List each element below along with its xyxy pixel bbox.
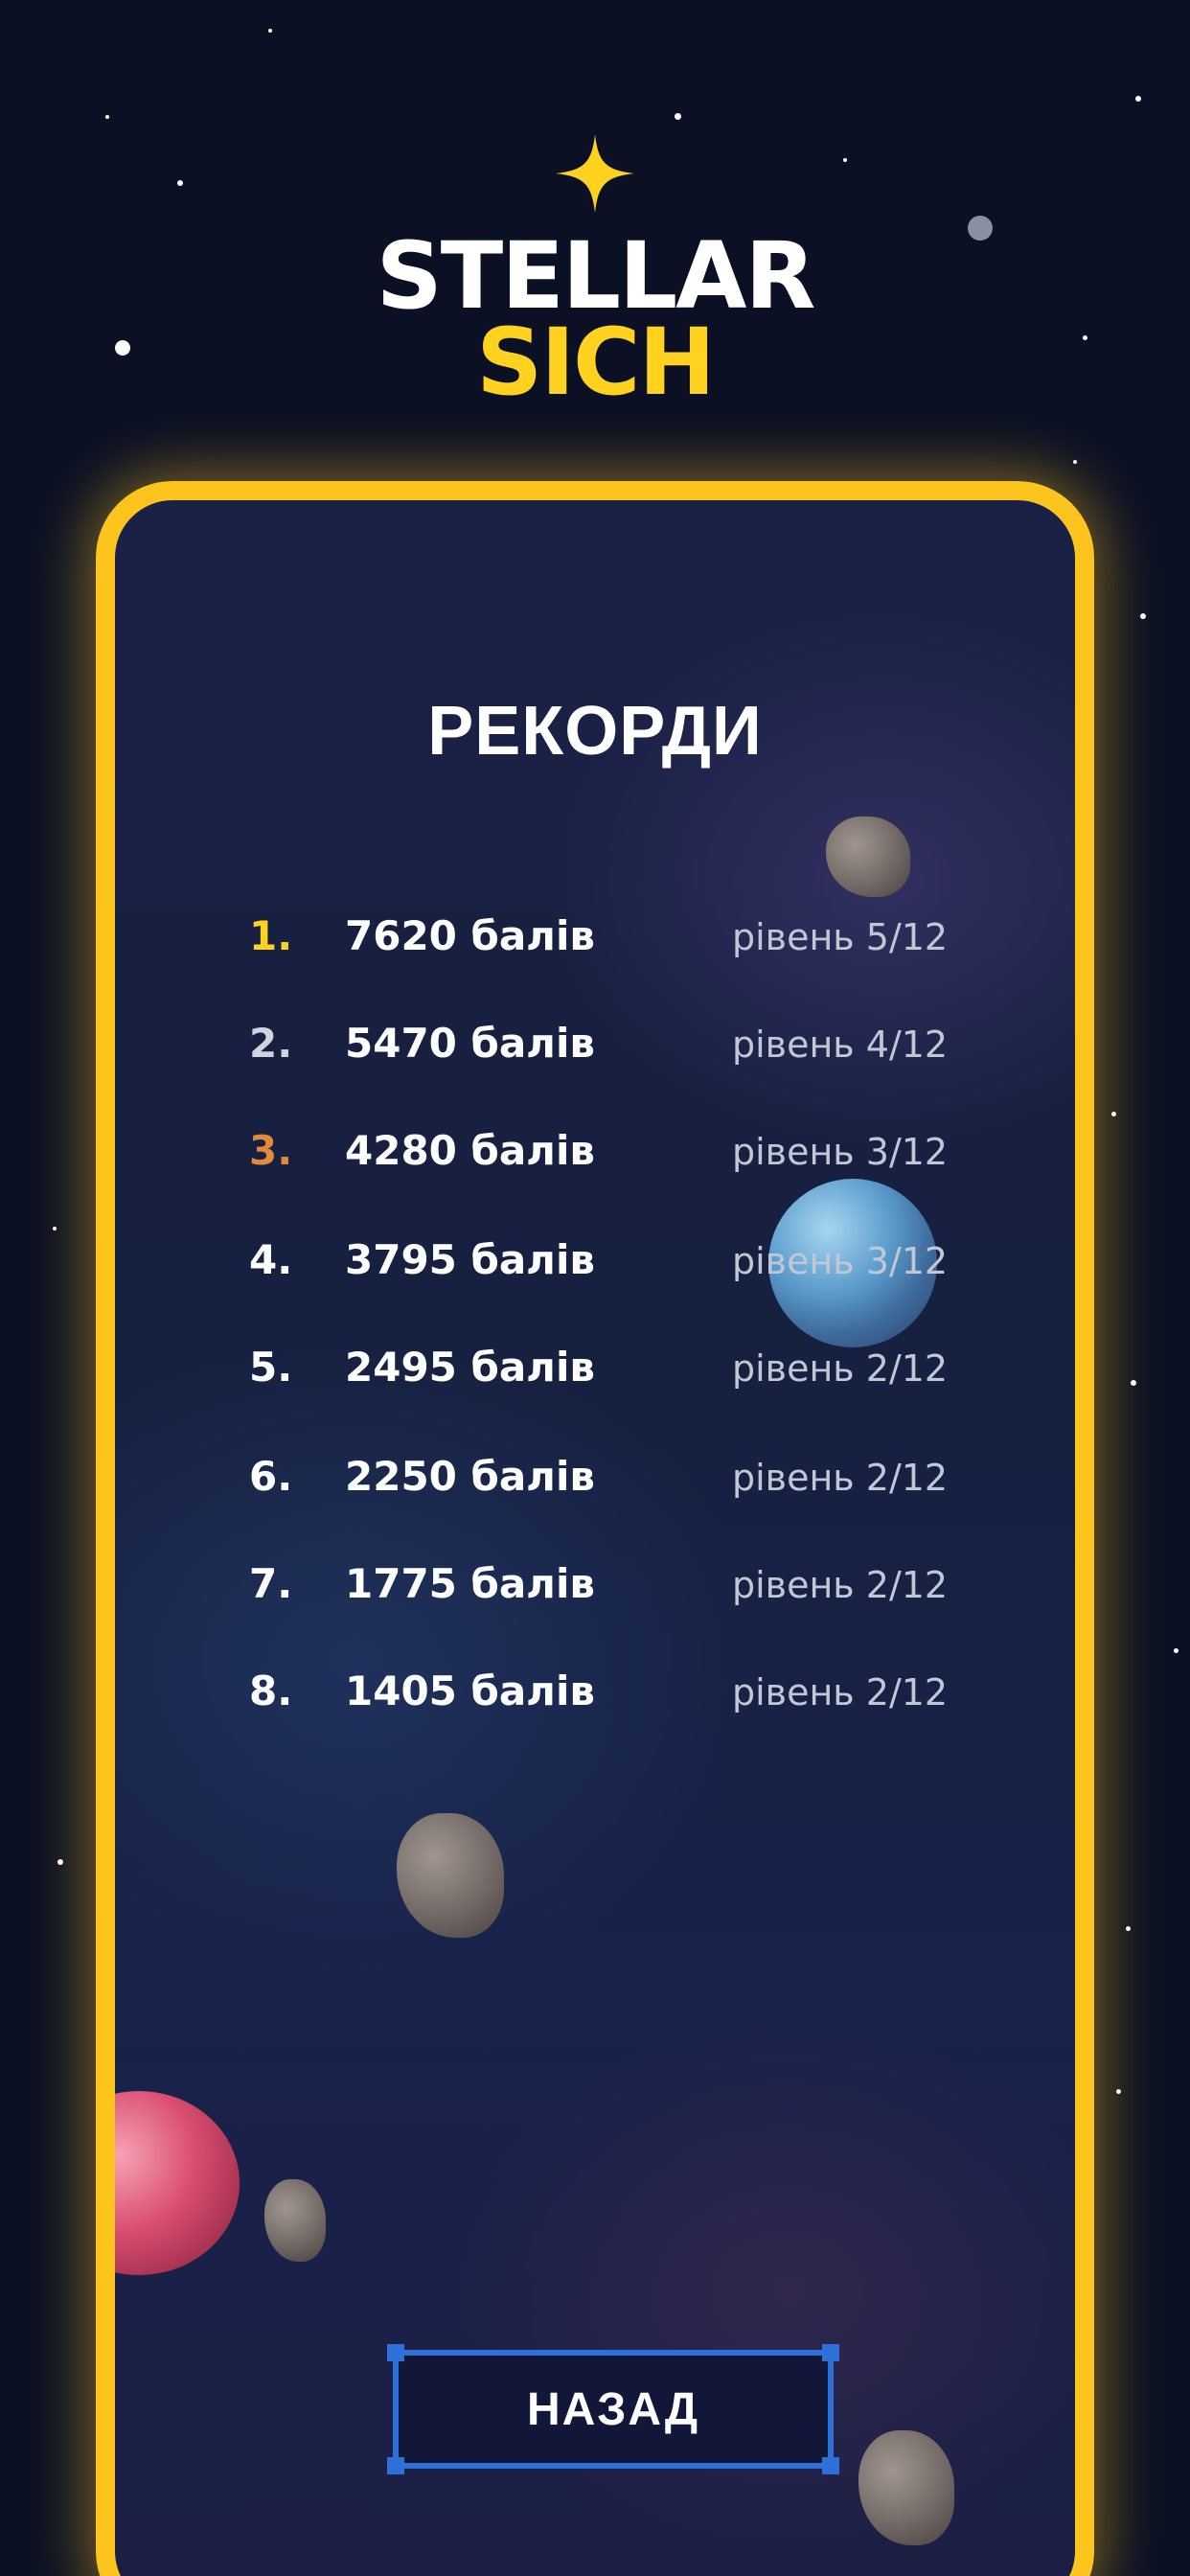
record-rank: 8. (249, 1668, 293, 1714)
record-rank: 6. (249, 1453, 293, 1500)
record-row-8: 8. 1405 балів рівень 2/12 (115, 1658, 1075, 1735)
record-level: рівень 3/12 (732, 1240, 949, 1282)
back-button-label: НАЗАД (526, 2383, 700, 2435)
record-score: 3795 балів (345, 1236, 595, 1283)
record-level: рівень 2/12 (732, 1457, 949, 1499)
pink-planet-decoration (115, 2091, 240, 2275)
page-title: РЕКОРДИ (427, 693, 763, 770)
record-level: рівень 4/12 (732, 1024, 949, 1066)
record-level: рівень 2/12 (732, 1347, 949, 1390)
record-row-5: 5. 2495 балів рівень 2/12 (115, 1334, 1075, 1411)
asteroid-decoration (858, 2430, 954, 2545)
record-rank: 1. (249, 912, 293, 959)
record-rank: 4. (249, 1236, 293, 1283)
record-row-3: 3. 4280 балів рівень 3/12 (115, 1117, 1075, 1194)
record-score: 7620 балів (345, 912, 595, 959)
record-row-7: 7. 1775 балів рівень 2/12 (115, 1551, 1075, 1627)
sparkle-star-icon (556, 134, 634, 213)
record-level: рівень 3/12 (732, 1131, 949, 1173)
record-level: рівень 2/12 (732, 1671, 949, 1714)
record-score: 4280 балів (345, 1127, 595, 1174)
records-panel: РЕКОРДИ 1. 7620 балів рівень 5/12 2. 547… (96, 481, 1094, 2576)
record-score: 1775 балів (345, 1560, 595, 1607)
record-score: 2250 балів (345, 1453, 595, 1500)
record-level: рівень 2/12 (732, 1564, 949, 1606)
record-score: 2495 балів (345, 1344, 595, 1391)
record-rank: 3. (249, 1127, 293, 1174)
logo-title-line2: SICH (476, 309, 716, 416)
record-rank: 7. (249, 1560, 293, 1607)
asteroid-decoration (826, 816, 910, 897)
asteroid-decoration (397, 1813, 504, 1938)
record-level: рівень 5/12 (732, 916, 949, 958)
record-row-4: 4. 3795 балів рівень 3/12 (115, 1227, 1075, 1303)
asteroid-decoration (264, 2179, 326, 2262)
record-row-6: 6. 2250 балів рівень 2/12 (115, 1443, 1075, 1520)
record-rank: 5. (249, 1344, 293, 1391)
record-row-2: 2. 5470 балів рівень 4/12 (115, 1010, 1075, 1087)
record-row-1: 1. 7620 балів рівень 5/12 (115, 903, 1075, 979)
record-rank: 2. (249, 1020, 293, 1067)
record-score: 5470 балів (345, 1020, 595, 1067)
back-button[interactable]: НАЗАД (387, 2344, 839, 2474)
record-score: 1405 балів (345, 1668, 595, 1714)
